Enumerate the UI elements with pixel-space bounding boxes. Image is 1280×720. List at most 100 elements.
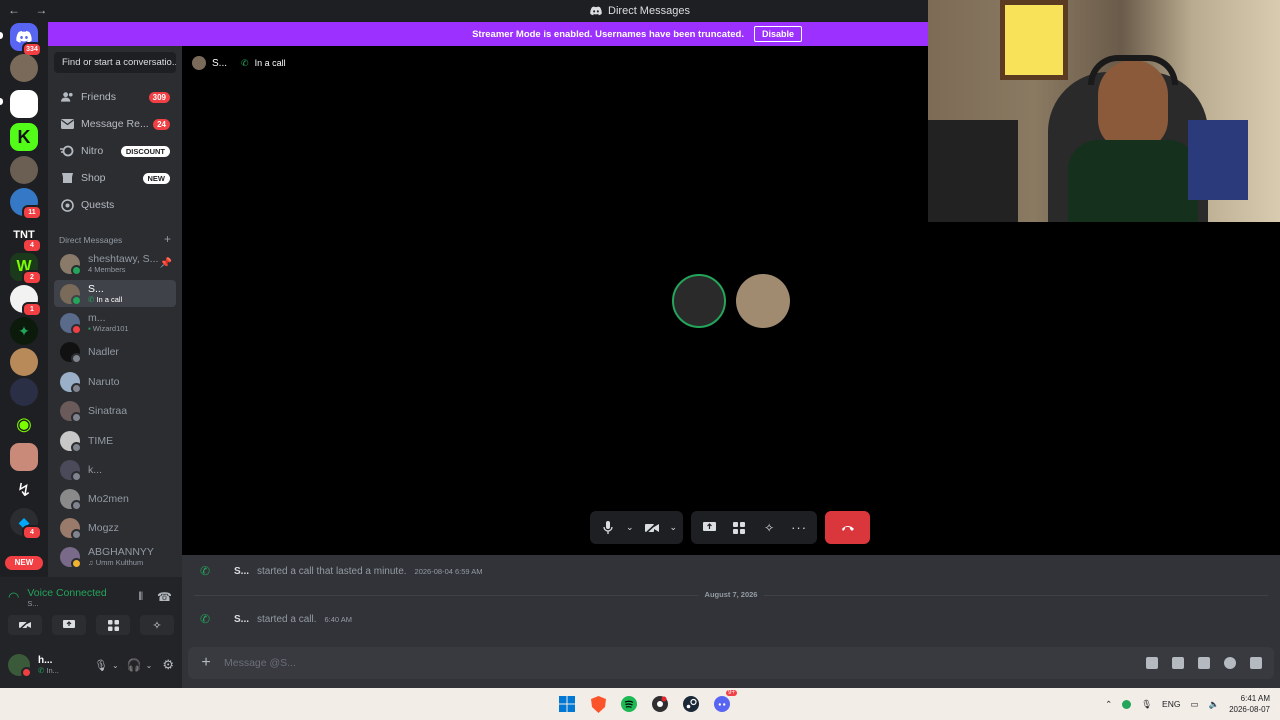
- dm-item[interactable]: TIME: [54, 427, 176, 454]
- sticker-icon[interactable]: [1198, 657, 1210, 669]
- nav-label: Friends: [81, 91, 117, 103]
- message-author[interactable]: S...: [234, 566, 249, 577]
- dm-item[interactable]: Nadler: [54, 338, 176, 365]
- status-dot-icon[interactable]: [1122, 699, 1132, 709]
- server-icon[interactable]: 11: [10, 188, 42, 220]
- pin-icon[interactable]: 📌: [160, 258, 172, 269]
- dm-item[interactable]: S... ✆ In a call: [54, 280, 176, 307]
- activities-button[interactable]: [727, 516, 751, 540]
- message-author[interactable]: S...: [234, 614, 249, 625]
- chat-area: ✆ S... started a call that lasted a minu…: [182, 555, 1280, 688]
- steam-icon[interactable]: [680, 693, 702, 715]
- language-indicator[interactable]: ENG: [1162, 699, 1180, 709]
- soundboard-button[interactable]: ✧: [140, 615, 174, 635]
- discount-tag: DISCOUNT: [120, 145, 170, 157]
- settings-gear-icon[interactable]: ⚙: [162, 657, 174, 673]
- w-server-icon[interactable]: W2: [10, 253, 42, 285]
- discord-taskbar-icon[interactable]: 9+: [711, 690, 737, 715]
- gif-icon[interactable]: [1172, 657, 1184, 669]
- activities-button[interactable]: [96, 615, 130, 635]
- add-dm-button[interactable]: +: [164, 233, 171, 245]
- server-icon[interactable]: [10, 90, 38, 118]
- participant-avatar[interactable]: [672, 274, 726, 328]
- apps-icon[interactable]: [1250, 657, 1262, 669]
- dm-item[interactable]: sheshtawy, S... 4 Members 📌: [54, 250, 176, 277]
- nav-nitro[interactable]: Nitro DISCOUNT: [54, 139, 176, 163]
- server-icon[interactable]: [10, 54, 38, 82]
- nav-shop[interactable]: Shop NEW: [54, 166, 176, 190]
- more-button[interactable]: ···: [787, 516, 811, 540]
- dm-item[interactable]: k...: [54, 456, 176, 483]
- server-icon[interactable]: [10, 348, 38, 376]
- robot-server-icon[interactable]: ◉: [10, 410, 38, 438]
- search-input[interactable]: Find or start a conversatio...: [54, 52, 176, 73]
- emoji-icon[interactable]: [1224, 657, 1236, 669]
- chevron-down-icon[interactable]: ⌄: [112, 661, 119, 670]
- date-divider: August 7, 2026: [194, 590, 1268, 599]
- screen-share-button[interactable]: [52, 615, 86, 635]
- chevron-down-icon[interactable]: ⌄: [626, 522, 634, 533]
- new-tag: NEW: [142, 172, 170, 184]
- hang-up-button[interactable]: [825, 511, 871, 544]
- chevron-down-icon[interactable]: ⌄: [670, 522, 678, 533]
- gift-icon[interactable]: [1146, 657, 1158, 669]
- kick-server-icon[interactable]: K: [10, 123, 38, 151]
- signal-icon[interactable]: ◠: [8, 589, 19, 605]
- message-text: started a call.: [257, 613, 317, 625]
- microphone-tray-icon[interactable]: 🎙: [1141, 699, 1152, 710]
- dm-item[interactable]: Mo2men: [54, 485, 176, 512]
- volume-icon[interactable]: 🔈: [1208, 699, 1219, 710]
- dm-item[interactable]: ABGHANNYY ♫ Umm Kulthum: [54, 543, 176, 570]
- nav-quests[interactable]: Quests: [54, 193, 176, 217]
- brave-browser-icon[interactable]: [587, 693, 609, 715]
- noise-suppression-icon[interactable]: ⦀: [138, 591, 143, 604]
- attach-plus-icon[interactable]: +: [188, 654, 224, 672]
- voice-status[interactable]: Voice Connected: [27, 587, 138, 599]
- dm-item[interactable]: Naruto: [54, 368, 176, 395]
- windows-start-icon[interactable]: [556, 693, 578, 715]
- dm-name: k...: [88, 463, 103, 476]
- clock[interactable]: 6:41 AM 2026-08-07: [1229, 693, 1270, 715]
- phone-icon: ✆: [200, 612, 211, 626]
- obs-icon[interactable]: [649, 693, 671, 715]
- nav-arrows[interactable]: ← →: [8, 3, 53, 17]
- dm-item[interactable]: m... ▪ Wizard101: [54, 309, 176, 336]
- server-icon[interactable]: ↯: [10, 476, 38, 504]
- chevron-up-icon[interactable]: ⌃: [1105, 699, 1112, 710]
- avatar: [60, 459, 82, 482]
- server-icon[interactable]: [10, 443, 38, 471]
- server-icon[interactable]: 1: [10, 285, 42, 317]
- user-avatar[interactable]: [8, 654, 32, 678]
- chevron-down-icon[interactable]: ⌄: [146, 661, 153, 670]
- mic-icon[interactable]: 🎙: [94, 659, 108, 672]
- dm-item[interactable]: Mogzz: [54, 514, 176, 541]
- nav-message-requests[interactable]: Message Re... 24: [54, 112, 176, 136]
- composer-tools: [1146, 657, 1262, 669]
- voice-channel[interactable]: S...: [27, 599, 138, 608]
- server-icon[interactable]: [10, 378, 38, 406]
- disable-button[interactable]: Disable: [753, 26, 802, 42]
- message-input[interactable]: Message @S...: [224, 657, 1146, 669]
- server-icon[interactable]: ◆ 4: [10, 508, 42, 540]
- participant-avatar[interactable]: [736, 274, 790, 328]
- server-icon[interactable]: [10, 156, 38, 184]
- nav-friends[interactable]: Friends 309: [54, 85, 176, 109]
- screen-share-icon: [702, 522, 716, 531]
- camera-button[interactable]: [8, 615, 42, 635]
- tnt-server-icon[interactable]: TNT 4: [10, 221, 42, 253]
- network-icon[interactable]: ▭: [1190, 699, 1198, 710]
- headphones-icon[interactable]: 🎧: [127, 658, 142, 672]
- spotify-icon[interactable]: [618, 693, 640, 715]
- avatar: [60, 517, 82, 540]
- disconnect-icon[interactable]: ☎: [157, 590, 172, 604]
- server-icon[interactable]: ✦: [10, 317, 38, 345]
- dm-item[interactable]: Sinatraa: [54, 397, 176, 424]
- mute-button[interactable]: [596, 516, 620, 540]
- screen-share-button[interactable]: [697, 516, 721, 540]
- camera-button[interactable]: [640, 516, 664, 540]
- avatar: [60, 283, 82, 306]
- server-badge: 4: [22, 238, 42, 253]
- call-message: ✆ S... started a call. 6:40 AM: [200, 612, 352, 626]
- soundboard-button[interactable]: ✧: [757, 516, 781, 540]
- home-button[interactable]: 334: [10, 23, 42, 57]
